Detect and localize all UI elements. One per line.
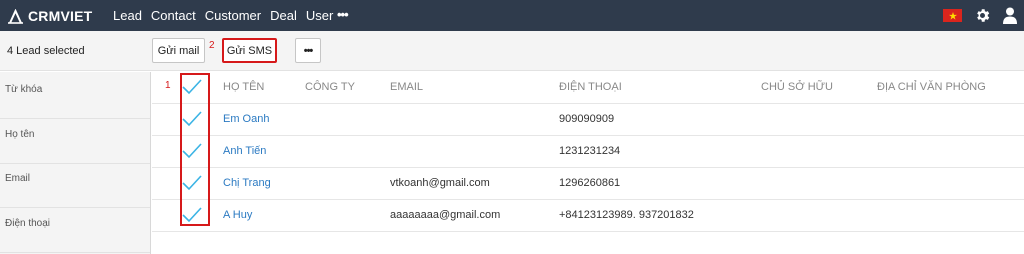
header-address[interactable]: ĐỊA CHỈ VĂN PHÒNG xyxy=(877,81,986,93)
filter-divider xyxy=(0,207,150,208)
filter-keyword[interactable]: Từ khóa xyxy=(5,84,42,95)
lead-phone: 1296260861 xyxy=(559,177,621,189)
nav-user[interactable]: User xyxy=(306,8,333,23)
nav-lead[interactable]: Lead xyxy=(113,8,142,23)
filter-panel: Từ khóa Họ tên Email Điện thoại xyxy=(0,72,151,254)
lead-phone: +84123123989. 937201832 xyxy=(559,209,694,221)
lead-phone: 1231231234 xyxy=(559,145,621,157)
lead-name-link[interactable]: Chị Trang xyxy=(223,177,271,189)
vietnam-flag-icon[interactable] xyxy=(943,9,962,22)
table-row[interactable]: Chị Trang vtkoanh@gmail.com 1296260861 xyxy=(152,168,1024,200)
table-row[interactable]: Em Oanh 909090909 xyxy=(152,104,1024,136)
lead-phone: 909090909 xyxy=(559,113,615,125)
table-row[interactable]: A Huy aaaaaaaa@gmail.com +84123123989. 9… xyxy=(152,200,1024,232)
filter-divider xyxy=(0,252,150,253)
table-row[interactable]: Anh Tiến 1231231234 xyxy=(152,136,1024,168)
annotation-marker-1: 1 xyxy=(165,80,171,91)
table-header-row: HỌ TÊN CÔNG TY EMAIL ĐIỆN THOẠI CHỦ SỞ H… xyxy=(152,72,1024,104)
action-toolbar: 4 Lead selected Gửi mail Gửi SMS ••• xyxy=(0,31,1024,71)
checkbox-highlight-annotation xyxy=(180,73,210,226)
header-phone[interactable]: ĐIỆN THOẠI xyxy=(559,81,622,93)
nav-customer[interactable]: Customer xyxy=(205,8,261,23)
lead-name-link[interactable]: Em Oanh xyxy=(223,113,269,125)
header-email[interactable]: EMAIL xyxy=(390,81,423,93)
filter-phone[interactable]: Điện thoại xyxy=(5,218,50,229)
lead-name-link[interactable]: Anh Tiến xyxy=(223,145,266,157)
main-menu: Lead Contact Customer Deal User xyxy=(113,8,342,23)
crm-logo-icon xyxy=(8,8,23,24)
filter-divider xyxy=(0,163,150,164)
more-actions-button[interactable]: ••• xyxy=(295,38,321,63)
brand-name: CRMVIET xyxy=(28,8,93,24)
annotation-marker-2: 2 xyxy=(209,40,215,51)
brand-logo[interactable]: CRMVIET xyxy=(7,7,92,25)
filter-email[interactable]: Email xyxy=(5,173,30,184)
filter-full-name[interactable]: Họ tên xyxy=(5,129,34,140)
header-company[interactable]: CÔNG TY xyxy=(305,81,355,93)
user-icon[interactable] xyxy=(1003,7,1017,24)
flag-star-icon xyxy=(948,11,957,20)
lead-email: aaaaaaaa@gmail.com xyxy=(390,209,501,221)
header-name[interactable]: HỌ TÊN xyxy=(223,81,264,93)
lead-name-link[interactable]: A Huy xyxy=(223,209,252,221)
selection-count: 4 Lead selected xyxy=(7,45,85,57)
lead-table: HỌ TÊN CÔNG TY EMAIL ĐIỆN THOẠI CHỦ SỞ H… xyxy=(152,72,1024,254)
nav-deal[interactable]: Deal xyxy=(270,8,297,23)
gear-icon[interactable] xyxy=(974,7,991,24)
top-navigation-bar: CRMVIET Lead Contact Customer Deal User … xyxy=(0,0,1024,31)
filter-divider xyxy=(0,118,150,119)
header-owner[interactable]: CHỦ SỞ HỮU xyxy=(761,81,833,93)
send-sms-button[interactable]: Gửi SMS xyxy=(222,38,277,63)
nav-contact[interactable]: Contact xyxy=(151,8,196,23)
nav-more-button[interactable]: ••• xyxy=(337,7,349,22)
lead-email: vtkoanh@gmail.com xyxy=(390,177,490,189)
send-mail-button[interactable]: Gửi mail xyxy=(152,38,205,63)
